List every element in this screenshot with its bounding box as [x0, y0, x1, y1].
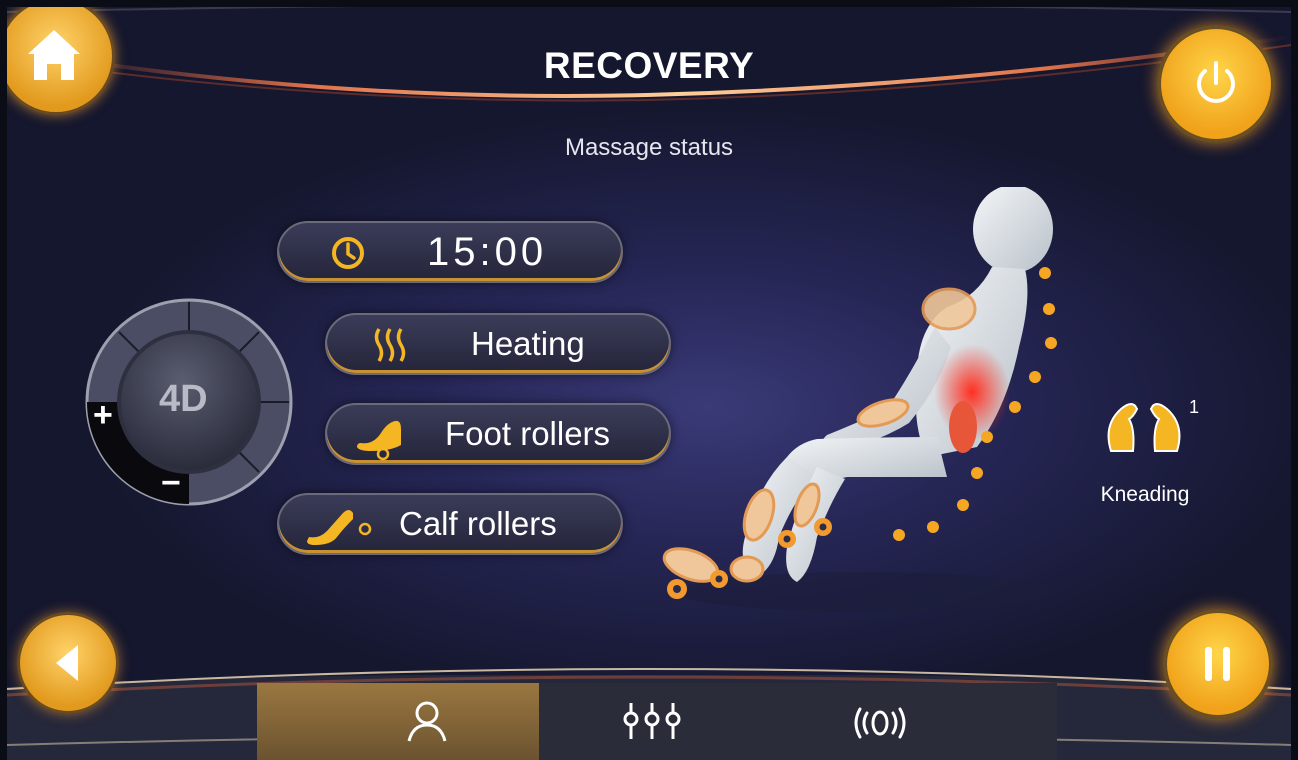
- massage-screen: RECOVERY Massage status 15:00 Heating Fo…: [7, 7, 1291, 760]
- timer-value: 15:00: [427, 230, 548, 274]
- body-figure-illustration: [662, 187, 1057, 612]
- page-title: RECOVERY: [543, 45, 755, 86]
- dial-minus[interactable]: −: [161, 464, 181, 503]
- dial-label: 4D: [159, 378, 208, 420]
- heating-label: Heating: [471, 325, 585, 362]
- tab-settings[interactable]: [607, 697, 697, 747]
- foot-roller-icon: [357, 420, 401, 461]
- vibration-icon: [854, 707, 906, 739]
- home-icon: [28, 30, 80, 80]
- power-button[interactable]: [1157, 25, 1275, 143]
- foot-rollers-pill[interactable]: Foot rollers: [325, 403, 671, 465]
- dial-plus[interactable]: +: [93, 396, 113, 435]
- heat-waves-icon: [374, 328, 406, 362]
- back-button[interactable]: [17, 612, 119, 714]
- kneading-indicator: 1 Kneading: [1095, 395, 1205, 506]
- pause-button[interactable]: [1163, 609, 1273, 719]
- page-subtitle: Massage status: [564, 134, 734, 161]
- kneading-level: 1: [1189, 397, 1200, 417]
- back-arrow-icon: [56, 645, 78, 681]
- timer-pill: 15:00: [277, 221, 623, 283]
- person-icon: [407, 701, 447, 742]
- pause-icon: [1205, 647, 1230, 681]
- calf-rollers-label: Calf rollers: [399, 505, 557, 542]
- sliders-icon: [623, 703, 681, 739]
- calf-rollers-pill[interactable]: Calf rollers: [277, 493, 623, 555]
- tab-vibration[interactable]: [835, 697, 925, 747]
- kneading-label: Kneading: [1100, 483, 1190, 506]
- power-icon: [1197, 61, 1235, 103]
- clock-icon: [332, 237, 364, 269]
- tab-person[interactable]: [257, 683, 539, 760]
- kneading-hands-icon: [1107, 403, 1181, 452]
- calf-roller-icon: [307, 510, 372, 545]
- foot-rollers-label: Foot rollers: [445, 415, 611, 452]
- heating-pill[interactable]: Heating: [325, 313, 671, 375]
- intensity-dial[interactable]: 4D + −: [79, 292, 299, 512]
